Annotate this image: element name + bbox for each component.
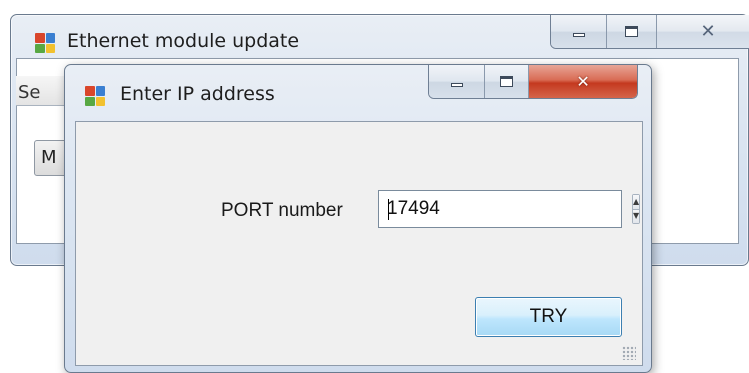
dialog-maximize-button[interactable]: [485, 65, 530, 98]
app-window-icon: [85, 86, 105, 106]
port-spinner: ▲ ▼: [632, 194, 641, 224]
dialog-title: Enter IP address: [120, 83, 275, 105]
main-maximize-button[interactable]: [607, 15, 657, 48]
chevron-down-icon: ▼: [633, 211, 640, 221]
main-minimize-button[interactable]: [551, 15, 608, 48]
port-number-input[interactable]: [379, 191, 632, 227]
close-icon: ✕: [700, 20, 716, 42]
try-button[interactable]: TRY: [475, 297, 622, 337]
chevron-up-icon: ▲: [633, 196, 640, 206]
dialog-caption-buttons: ✕: [428, 65, 638, 99]
spin-up-button[interactable]: ▲: [633, 195, 640, 210]
spin-down-button[interactable]: ▼: [633, 209, 640, 223]
port-number-label: PORT number: [221, 200, 343, 221]
resize-grip-icon[interactable]: [622, 346, 636, 360]
maximize-icon: [625, 26, 639, 37]
main-close-button[interactable]: ✕: [657, 15, 749, 48]
close-icon: ✕: [576, 71, 590, 91]
app-window-icon: [35, 33, 55, 53]
main-window-caption-buttons: ✕: [550, 15, 749, 49]
dialog-close-button[interactable]: ✕: [529, 65, 637, 98]
text-caret: [388, 199, 389, 220]
enter-ip-dialog: Enter IP address ✕ PORT number ▲ ▼ TRY: [64, 64, 652, 373]
main-window-title: Ethernet module update: [67, 30, 300, 52]
main-tab-label: Se: [18, 82, 41, 103]
dialog-minimize-button[interactable]: [429, 65, 486, 98]
port-number-stepper: ▲ ▼: [378, 190, 641, 228]
minimize-icon: [572, 32, 585, 37]
maximize-icon: [500, 76, 514, 87]
minimize-icon: [450, 82, 463, 87]
